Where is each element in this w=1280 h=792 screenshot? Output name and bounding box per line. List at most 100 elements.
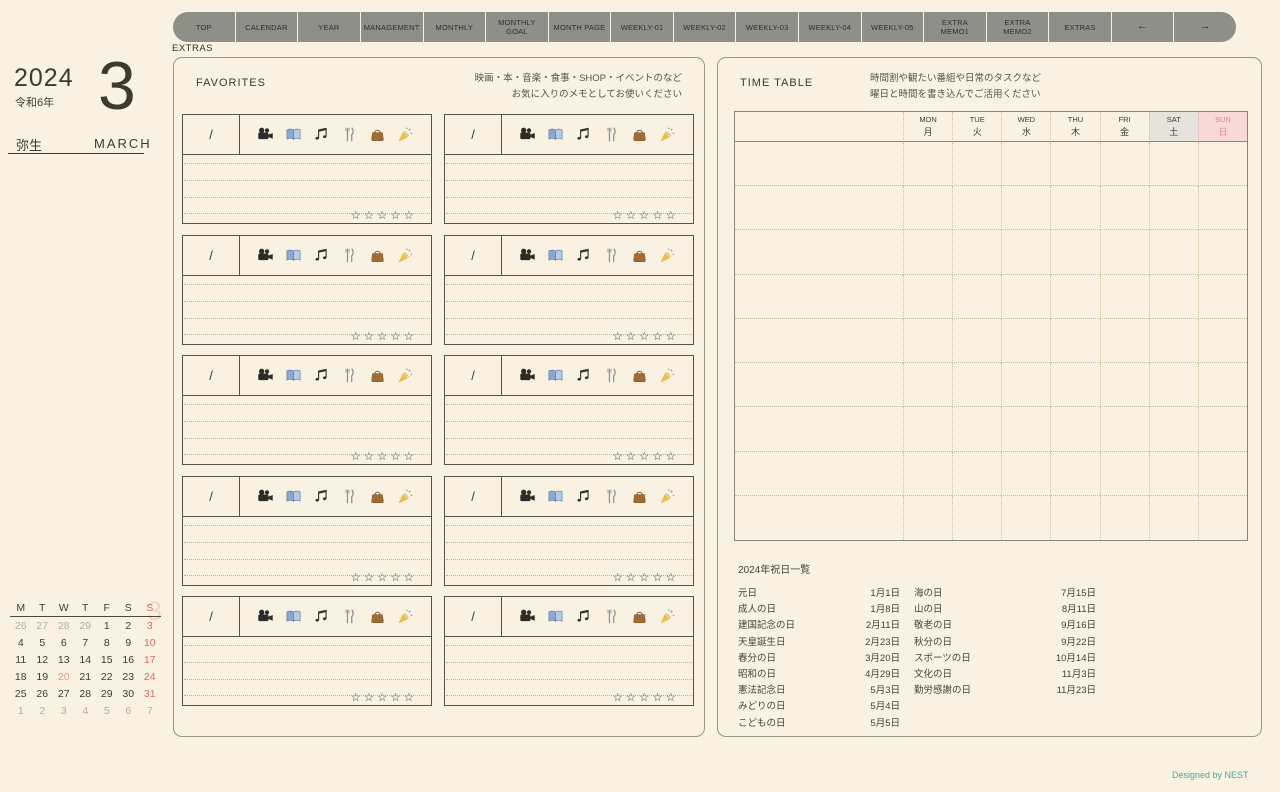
star-rating[interactable]: ☆☆☆☆☆	[350, 329, 417, 343]
timetable-cell[interactable]	[903, 274, 953, 319]
timetable-cell[interactable]	[1148, 186, 1198, 231]
tab-management[interactable]: MANAGEMENT	[361, 12, 424, 42]
timetable-cell[interactable]	[1050, 274, 1100, 319]
timetable-cell[interactable]	[1197, 186, 1247, 231]
timetable-cell[interactable]	[903, 318, 953, 364]
timetable-cell[interactable]	[1148, 230, 1198, 275]
timetable-cell[interactable]	[903, 451, 953, 496]
star-rating[interactable]: ☆☆☆☆☆	[350, 449, 417, 463]
timetable-cell[interactable]	[1050, 407, 1100, 452]
tab-monthly-goal[interactable]: MONTHLY GOAL	[486, 12, 549, 42]
timetable-cell[interactable]	[1197, 142, 1247, 187]
timetable-cell[interactable]	[952, 451, 1002, 496]
timetable-cell[interactable]	[1197, 495, 1247, 540]
timetable-cell[interactable]	[1001, 407, 1051, 452]
timetable-cell[interactable]	[952, 274, 1002, 319]
favorite-date-field[interactable]: /	[183, 476, 240, 516]
tab-extras[interactable]: EXTRAS	[1049, 12, 1112, 42]
timetable-cell[interactable]	[1099, 495, 1149, 540]
favorite-date-field[interactable]: /	[445, 356, 502, 395]
timetable-cell[interactable]	[1148, 318, 1198, 364]
tab-calendar[interactable]: CALENDAR	[236, 12, 299, 42]
timetable-cell[interactable]	[1099, 451, 1149, 496]
timetable-cell[interactable]	[1001, 451, 1051, 496]
star-rating[interactable]: ☆☆☆☆☆	[612, 208, 679, 222]
timetable-cell[interactable]	[735, 230, 903, 275]
timetable-cell[interactable]	[735, 496, 903, 540]
tab-weekly-02[interactable]: WEEKLY-02	[674, 12, 737, 42]
timetable-cell[interactable]	[1050, 186, 1100, 231]
timetable-cell[interactable]	[735, 407, 903, 452]
timetable-cell[interactable]	[1001, 230, 1051, 275]
timetable-cell[interactable]	[952, 407, 1002, 452]
favorite-date-field[interactable]: /	[183, 235, 240, 275]
timetable-cell[interactable]	[1197, 363, 1247, 408]
star-rating[interactable]: ☆☆☆☆☆	[350, 208, 417, 222]
timetable-cell[interactable]	[1050, 451, 1100, 496]
tab-extra-memo2[interactable]: EXTRA MEMO2	[987, 12, 1050, 42]
tab-weekly-03[interactable]: WEEKLY-03	[736, 12, 799, 42]
timetable-cell[interactable]	[952, 186, 1002, 231]
timetable-cell[interactable]	[1148, 451, 1198, 496]
tab-monthly[interactable]: MONTHLY	[424, 12, 487, 42]
timetable-cell[interactable]	[1050, 318, 1100, 364]
timetable-cell[interactable]	[1099, 318, 1149, 364]
tab-next[interactable]: →	[1174, 12, 1236, 42]
timetable-cell[interactable]	[735, 186, 903, 231]
timetable-cell[interactable]	[1001, 274, 1051, 319]
favorite-date-field[interactable]: /	[445, 235, 502, 275]
timetable-cell[interactable]	[1197, 407, 1247, 452]
timetable-cell[interactable]	[903, 142, 953, 187]
timetable-cell[interactable]	[735, 275, 903, 319]
timetable-cell[interactable]	[903, 186, 953, 231]
timetable-cell[interactable]	[735, 363, 903, 408]
star-rating[interactable]: ☆☆☆☆☆	[612, 570, 679, 584]
timetable-cell[interactable]	[735, 142, 903, 187]
tab-extra-memo1[interactable]: EXTRA MEMO1	[924, 12, 987, 42]
timetable-cell[interactable]	[1148, 495, 1198, 540]
timetable-cell[interactable]	[1197, 318, 1247, 364]
timetable-cell[interactable]	[1001, 495, 1050, 540]
star-rating[interactable]: ☆☆☆☆☆	[350, 570, 417, 584]
timetable-cell[interactable]	[952, 318, 1002, 364]
timetable-cell[interactable]	[1001, 142, 1051, 187]
favorite-date-field[interactable]: /	[183, 356, 240, 395]
timetable-cell[interactable]	[1050, 230, 1100, 275]
tab-month-page[interactable]: MONTH PAGE	[549, 12, 612, 42]
timetable-cell[interactable]	[1001, 363, 1051, 408]
timetable-cell[interactable]	[1050, 142, 1100, 187]
timetable-cell[interactable]	[1197, 230, 1247, 275]
star-rating[interactable]: ☆☆☆☆☆	[612, 690, 679, 704]
favorite-date-field[interactable]: /	[445, 597, 502, 636]
favorite-date-field[interactable]: /	[445, 115, 502, 154]
favorite-date-field[interactable]: /	[183, 115, 240, 154]
timetable-cell[interactable]	[1001, 186, 1051, 231]
tab-weekly-04[interactable]: WEEKLY-04	[799, 12, 862, 42]
favorite-date-field[interactable]: /	[445, 476, 502, 516]
timetable-cell[interactable]	[735, 319, 903, 364]
timetable-cell[interactable]	[1099, 407, 1149, 452]
tab-weekly-01[interactable]: WEEKLY-01	[611, 12, 674, 42]
timetable-cell[interactable]	[1197, 274, 1247, 319]
tab-weekly-05[interactable]: WEEKLY-05	[862, 12, 925, 42]
timetable-cell[interactable]	[1099, 142, 1149, 187]
tab-top[interactable]: TOP	[173, 12, 236, 42]
timetable-cell[interactable]	[1050, 495, 1099, 540]
timetable-cell[interactable]	[1050, 363, 1100, 408]
timetable-cell[interactable]	[903, 407, 953, 452]
tab-prev[interactable]: ←	[1112, 12, 1175, 42]
timetable-cell[interactable]	[952, 363, 1002, 408]
timetable-cell[interactable]	[903, 230, 953, 275]
timetable-cell[interactable]	[1148, 142, 1198, 187]
timetable-cell[interactable]	[1099, 363, 1149, 408]
timetable-cell[interactable]	[735, 452, 903, 496]
star-rating[interactable]: ☆☆☆☆☆	[350, 690, 417, 704]
timetable-cell[interactable]	[903, 363, 953, 408]
star-rating[interactable]: ☆☆☆☆☆	[612, 329, 679, 343]
timetable-cell[interactable]	[1099, 274, 1149, 319]
timetable-cell[interactable]	[903, 495, 952, 540]
timetable-cell[interactable]	[1197, 451, 1247, 496]
timetable-cell[interactable]	[1099, 186, 1149, 231]
timetable-cell[interactable]	[952, 230, 1002, 275]
tab-year[interactable]: YEAR	[298, 12, 361, 42]
